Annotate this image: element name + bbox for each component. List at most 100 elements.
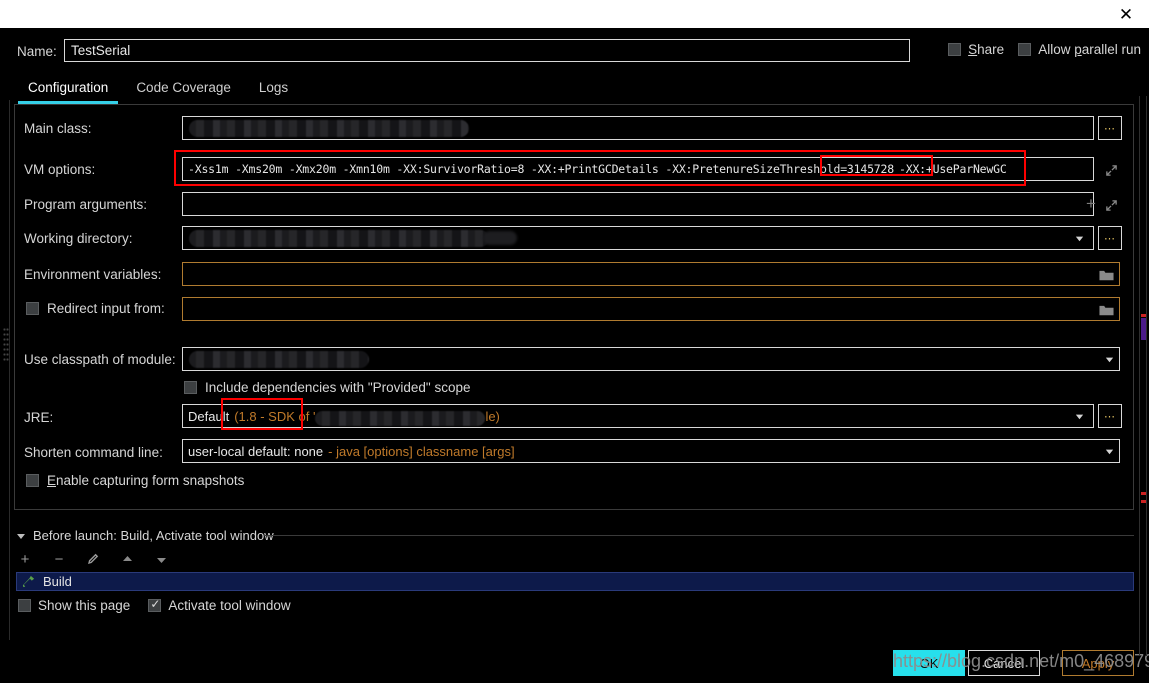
redirect-input-checkbox[interactable]: Redirect input from: (26, 301, 165, 316)
show-this-page-label: Show this page (38, 598, 131, 613)
checkbox-box (148, 597, 162, 612)
scrollbar-marker-purple (1141, 318, 1146, 340)
splitter-handle[interactable] (3, 328, 9, 362)
remove-icon[interactable]: − (50, 550, 68, 568)
shorten-value-primary: user-local default: none (188, 443, 324, 459)
form-snapshots-label: Enable capturing form snapshots (47, 473, 245, 488)
redirect-input-folder-icon[interactable] (1098, 303, 1114, 317)
top-options: Share Allow parallel run (948, 42, 1141, 57)
checkbox-box (1018, 43, 1032, 56)
program-arguments-label: Program arguments: (24, 197, 148, 212)
ellipsis-icon: ⋯ (1104, 122, 1116, 135)
move-up-icon[interactable] (118, 550, 136, 568)
before-launch-header[interactable]: Before launch: Build, Activate tool wind… (16, 528, 274, 543)
vm-options-value: -Xss1m -Xms20m -Xmx20m -Xmn10m -XX:Survi… (188, 162, 894, 176)
include-provided-label: Include dependencies with "Provided" sco… (205, 380, 471, 395)
before-launch-checkboxes: Show this page Activate tool window (18, 597, 291, 613)
vm-options-expand-icon[interactable] (1104, 163, 1118, 177)
program-arguments-input[interactable] (182, 192, 1094, 216)
program-arguments-expand-icon[interactable] (1104, 198, 1118, 212)
right-divider-outer (1146, 96, 1147, 656)
share-checkbox[interactable]: Share (948, 42, 1004, 57)
ellipsis-icon: ⋯ (1104, 410, 1116, 423)
scrollbar-marker-red (1141, 500, 1146, 503)
environment-variables-label: Environment variables: (24, 267, 162, 282)
activate-tool-window-checkbox[interactable]: Activate tool window (148, 597, 291, 613)
run-configuration-dialog: ✕ Name: Share Allow parallel run Configu… (0, 0, 1149, 683)
move-down-icon[interactable] (152, 550, 170, 568)
tab-configuration[interactable]: Configuration (14, 78, 122, 104)
checkbox-box (26, 474, 39, 487)
working-directory-dropdown-icon[interactable] (1068, 226, 1090, 250)
program-arguments-add-icon[interactable]: + (1084, 194, 1098, 213)
main-class-browse-button[interactable]: ⋯ (1098, 116, 1122, 140)
before-launch-toolbar: + − (16, 550, 170, 568)
before-launch-title: Before launch: Build, Activate tool wind… (33, 528, 274, 543)
chevron-down-icon (17, 533, 25, 539)
jre-browse-button[interactable]: ⋯ (1098, 404, 1122, 428)
working-directory-input[interactable] (182, 226, 1094, 250)
dialog-button-bar: OK Cancel Apply (0, 648, 1149, 678)
ellipsis-icon: ⋯ (1104, 232, 1116, 245)
main-class-label: Main class: (24, 121, 92, 136)
name-input[interactable] (64, 39, 910, 62)
classpath-module-dropdown-icon[interactable] (1098, 347, 1120, 371)
ok-button[interactable]: OK (893, 650, 965, 676)
name-row: Name: Share Allow parallel run (0, 38, 1149, 70)
left-divider (9, 100, 10, 640)
title-bar: ✕ (0, 0, 1149, 28)
form-snapshots-checkbox[interactable]: Enable capturing form snapshots (26, 473, 244, 488)
classpath-module-select[interactable] (182, 347, 1120, 371)
vm-options-label: VM options: (24, 162, 96, 177)
add-icon[interactable]: + (16, 550, 34, 568)
vm-options-highlighted-flag: -XX:+UseParNewGC (898, 162, 1007, 176)
checkbox-box (184, 381, 197, 394)
before-launch-divider (264, 535, 1134, 536)
environment-variables-folder-icon[interactable] (1098, 268, 1114, 282)
tab-bar: Configuration Code Coverage Logs (14, 78, 302, 106)
apply-button[interactable]: Apply (1062, 650, 1134, 676)
checkbox-box (18, 599, 31, 612)
close-icon[interactable]: ✕ (1109, 2, 1143, 26)
shorten-command-line-label: Shorten command line: (24, 445, 163, 460)
allow-parallel-run-label: Allow parallel run (1038, 42, 1141, 57)
redacted-value (189, 120, 469, 137)
redacted-value (189, 230, 489, 247)
shorten-value-secondary: - java [options] classname [args] (328, 443, 515, 459)
jre-value-primary: Default (188, 408, 230, 424)
right-divider-inner (1139, 96, 1140, 656)
jre-value-suffix: le) (485, 408, 500, 424)
vm-options-input[interactable]: -Xss1m -Xms20m -Xmx20m -Xmn10m -XX:Survi… (182, 157, 1094, 181)
show-this-page-checkbox[interactable]: Show this page (18, 598, 130, 613)
hammer-icon (22, 575, 35, 588)
tab-code-coverage[interactable]: Code Coverage (122, 78, 245, 104)
redirect-input-field[interactable] (182, 297, 1120, 321)
include-provided-checkbox[interactable]: Include dependencies with "Provided" sco… (184, 380, 471, 395)
jre-dropdown-icon[interactable] (1068, 404, 1090, 428)
before-launch-item-label: Build (43, 574, 72, 589)
name-label: Name: (17, 44, 57, 59)
share-label: Share (968, 42, 1005, 57)
working-directory-browse-button[interactable]: ⋯ (1098, 226, 1122, 250)
allow-parallel-run-checkbox[interactable]: Allow parallel run (1018, 42, 1141, 57)
checkbox-box (948, 43, 962, 56)
environment-variables-input[interactable] (182, 262, 1120, 286)
scrollbar-marker-red (1141, 314, 1146, 317)
redirect-input-label: Redirect input from: (47, 301, 165, 316)
redacted-value (189, 351, 369, 368)
main-class-input[interactable] (182, 116, 1094, 140)
jre-value-prefix: (1.8 - SDK of ' (234, 408, 316, 424)
redacted-value (315, 410, 486, 426)
shorten-command-line-select[interactable]: user-local default: none - java [options… (182, 439, 1120, 463)
scrollbar-marker-red (1141, 492, 1146, 495)
classpath-module-label: Use classpath of module: (24, 352, 176, 367)
cancel-button[interactable]: Cancel (968, 650, 1040, 676)
jre-select[interactable]: Default (1.8 - SDK of ' le) (182, 404, 1094, 428)
edit-icon[interactable] (84, 550, 102, 568)
tab-logs[interactable]: Logs (245, 78, 302, 104)
shorten-command-line-dropdown-icon[interactable] (1098, 439, 1120, 463)
activate-tool-window-label: Activate tool window (168, 598, 291, 613)
jre-label: JRE: (24, 410, 54, 425)
before-launch-item-build[interactable]: Build (16, 572, 1134, 591)
checkbox-box (26, 302, 39, 315)
